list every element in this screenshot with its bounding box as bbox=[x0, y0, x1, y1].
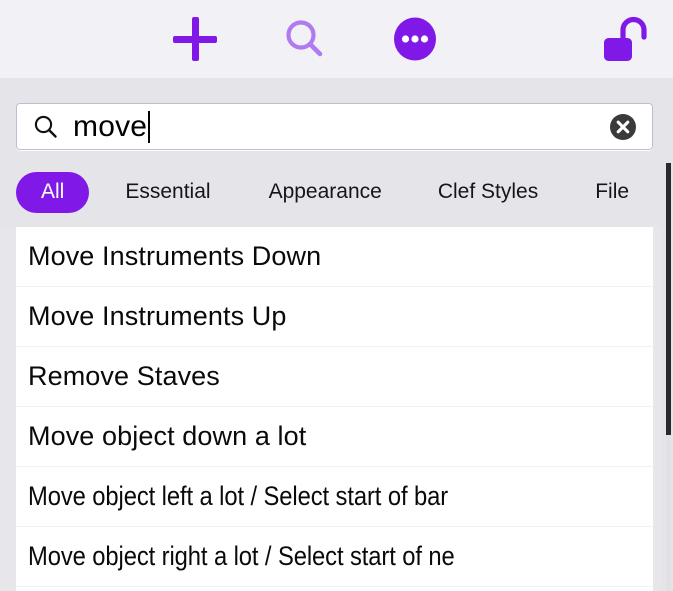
text-caret bbox=[148, 110, 151, 143]
list-item[interactable]: Move Instruments Down bbox=[16, 227, 653, 287]
vertical-scrollbar-thumb[interactable] bbox=[666, 163, 671, 435]
search-results-list[interactable]: Move Instruments Down Move Instruments U… bbox=[16, 227, 653, 591]
top-toolbar bbox=[0, 0, 673, 78]
category-tabs: All Essential Appearance Clef Styles Fil… bbox=[0, 164, 673, 220]
lock-button[interactable] bbox=[601, 0, 673, 78]
tab-all[interactable]: All bbox=[16, 171, 90, 213]
plus-icon bbox=[173, 17, 217, 61]
list-item-label: Move Instruments Down bbox=[28, 241, 322, 271]
search-button[interactable] bbox=[250, 0, 360, 78]
clear-circle-x-icon bbox=[610, 113, 636, 140]
list-item[interactable]: Move Instruments Up bbox=[16, 287, 653, 347]
search-query-text: move bbox=[73, 109, 148, 143]
add-button[interactable] bbox=[140, 0, 250, 78]
list-item-label: Remove Staves bbox=[28, 361, 220, 391]
commands-search-panel: move All Essential Appearance Clef Style… bbox=[0, 0, 673, 591]
search-icon bbox=[286, 20, 323, 57]
unlock-icon bbox=[604, 16, 647, 61]
list-item-label: Move object left a lot / Select start of… bbox=[28, 481, 449, 511]
search-icon bbox=[33, 114, 59, 140]
vertical-scrollbar-remainder bbox=[666, 435, 671, 591]
list-item[interactable]: Move object right a lot / Select start o… bbox=[16, 527, 653, 587]
tab-essential[interactable]: Essential bbox=[125, 180, 210, 204]
more-ellipsis-icon bbox=[394, 17, 436, 61]
more-button[interactable] bbox=[360, 0, 470, 78]
list-item-label: Move object right a lot / Select start o… bbox=[28, 541, 455, 571]
tab-file[interactable]: File bbox=[595, 180, 629, 204]
list-item-label: Move Instruments Up bbox=[28, 301, 287, 331]
list-item[interactable]: Move object left a lot / Select start of… bbox=[16, 467, 653, 527]
search-input[interactable]: move bbox=[16, 103, 653, 150]
tab-clef-styles[interactable]: Clef Styles bbox=[438, 180, 538, 204]
search-value-wrap[interactable]: move bbox=[73, 110, 609, 144]
list-item[interactable]: Remove Staves bbox=[16, 347, 653, 407]
clear-search-button[interactable] bbox=[609, 113, 637, 141]
list-item-label: Move object down a lot bbox=[28, 421, 307, 451]
list-item[interactable]: Move object down a lot bbox=[16, 407, 653, 467]
search-section: move All Essential Appearance Clef Style… bbox=[0, 78, 673, 227]
tab-appearance[interactable]: Appearance bbox=[269, 180, 382, 204]
vertical-scrollbar-track[interactable] bbox=[661, 78, 673, 591]
